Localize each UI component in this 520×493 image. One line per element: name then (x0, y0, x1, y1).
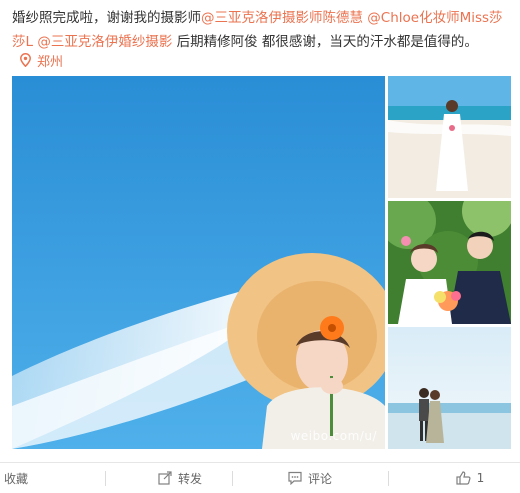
post-text: 婚纱照完成啦，谢谢我的摄影师@三亚克洛伊摄影师陈德慧 @Chloe化妆师Miss… (12, 6, 508, 54)
comment-button[interactable]: 评论 (260, 463, 360, 493)
image-watermark: weibo.com/u/ (290, 429, 377, 443)
action-divider (388, 471, 389, 486)
comment-label: 评论 (307, 471, 332, 486)
like-button[interactable]: 1 (420, 463, 520, 493)
forward-label: 转发 (177, 471, 202, 486)
thumbnail-beach[interactable] (388, 76, 511, 198)
couple-garden-image (388, 201, 511, 324)
post-text-part: 婚纱照完成啦，谢谢我的摄影师 (12, 10, 201, 26)
location-label: 郑州 (37, 54, 64, 70)
bride-veil-image (12, 76, 385, 449)
main-photo[interactable]: weibo.com/u/ (12, 76, 385, 449)
couple-beach-image (388, 327, 511, 449)
thumbnail-couple-beach[interactable] (388, 327, 511, 449)
like-count: 1 (476, 471, 485, 485)
favorite-label: 收藏 (4, 471, 29, 486)
post-text-part: 后期精修阿俊 都很感谢，当天的汗水都是值得的。 (172, 34, 478, 50)
forward-icon (158, 471, 172, 485)
thumbnail-couple-garden[interactable] (388, 201, 511, 324)
action-divider (232, 471, 233, 486)
location-pin-icon (20, 53, 31, 67)
location-link[interactable]: 郑州 (20, 50, 63, 70)
mention-photographer[interactable]: @三亚克洛伊摄影师陈德慧 (201, 10, 363, 26)
beach-bride-image (388, 76, 511, 198)
comment-icon (288, 471, 302, 485)
action-bar: 收藏 转发 评论 1 (0, 462, 520, 493)
mention-studio[interactable]: @三亚克洛伊婚纱摄影 (37, 34, 172, 50)
favorite-button[interactable]: 收藏 (0, 463, 54, 493)
forward-button[interactable]: 转发 (130, 463, 230, 493)
action-divider (105, 471, 106, 486)
thumbs-up-icon (456, 471, 471, 485)
